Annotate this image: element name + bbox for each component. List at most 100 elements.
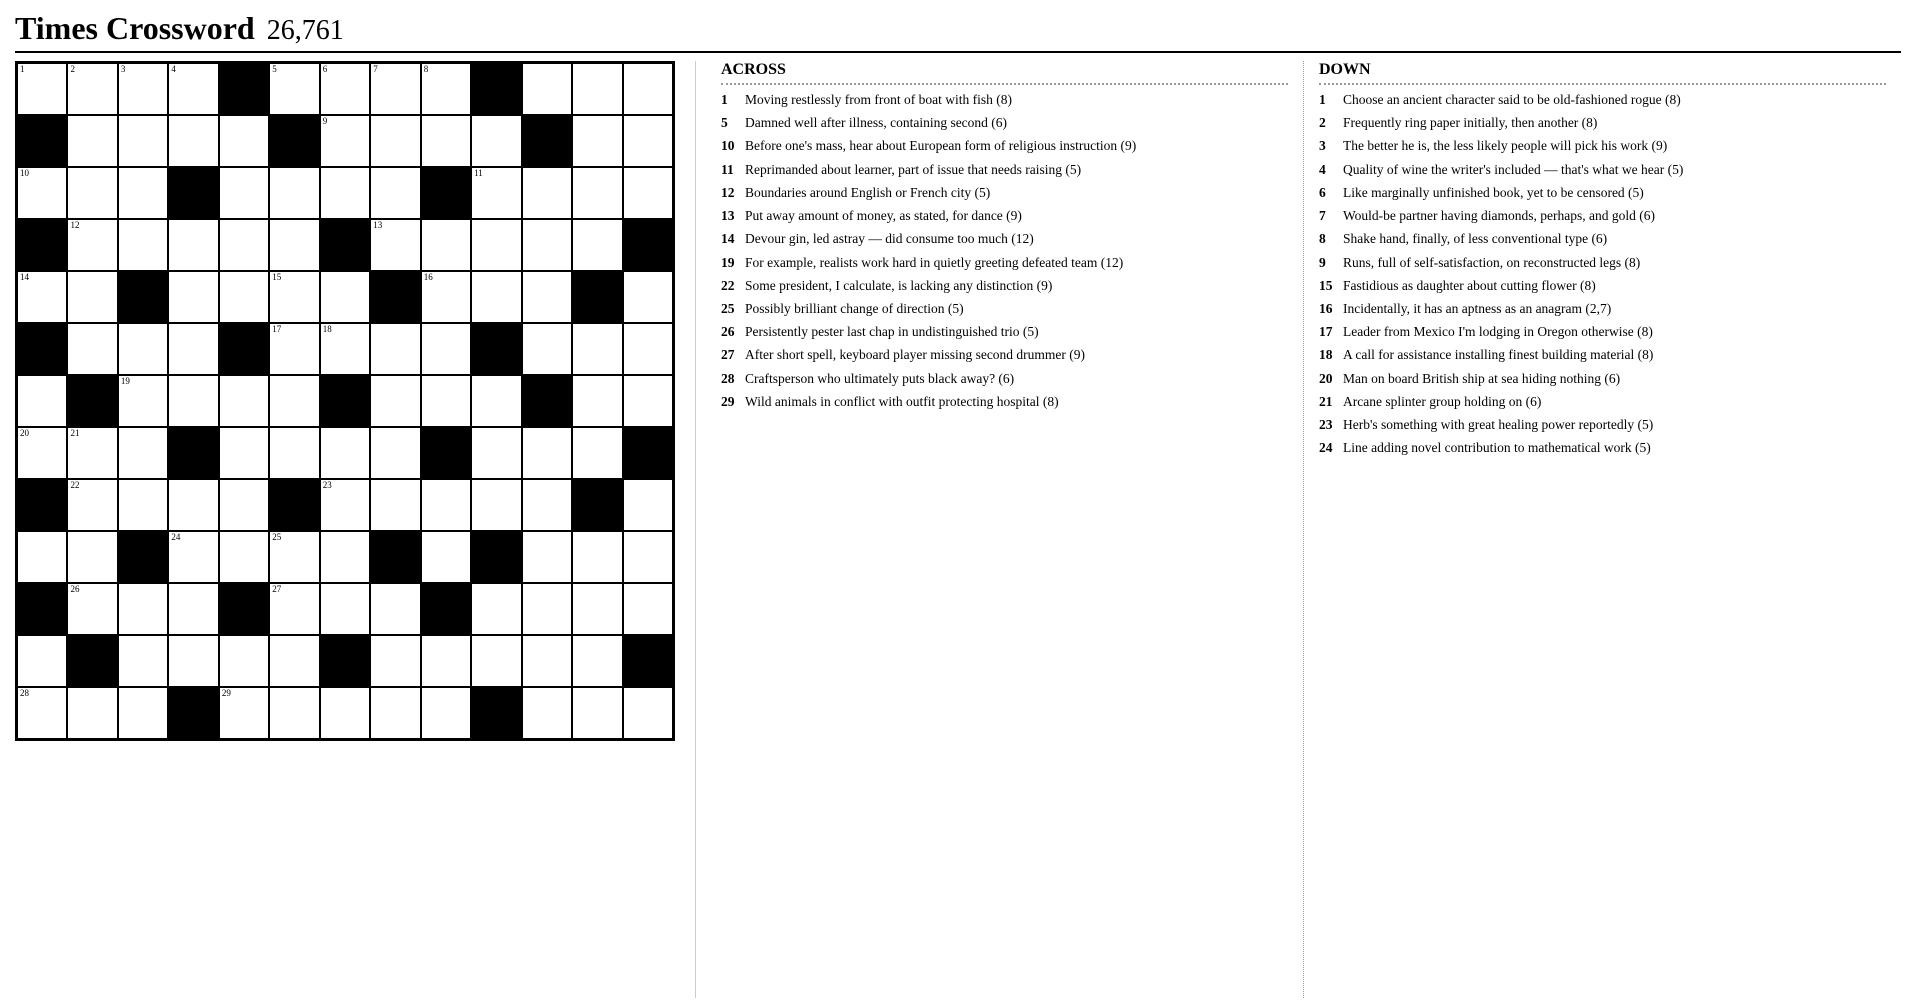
cell-3-4[interactable] [219,219,269,271]
cell-7-5[interactable] [269,427,319,479]
cell-8-6[interactable]: 23 [320,479,370,531]
cell-11-7[interactable] [370,635,420,687]
cell-11-3[interactable] [168,635,218,687]
cell-10-2[interactable] [118,583,168,635]
cell-7-7[interactable] [370,427,420,479]
cell-3-2[interactable] [118,219,168,271]
cell-11-8[interactable] [421,635,471,687]
cell-2-4[interactable] [219,167,269,219]
cell-10-7[interactable] [370,583,420,635]
cell-10-1[interactable]: 26 [67,583,117,635]
cell-12-8[interactable] [421,687,471,739]
cell-0-12[interactable] [623,63,673,115]
cell-1-9[interactable] [471,115,521,167]
cell-9-5[interactable]: 25 [269,531,319,583]
cell-3-9[interactable] [471,219,521,271]
cell-12-1[interactable] [67,687,117,739]
cell-12-12[interactable] [623,687,673,739]
cell-5-2[interactable] [118,323,168,375]
cell-10-12[interactable] [623,583,673,635]
cell-0-5[interactable]: 5 [269,63,319,115]
cell-7-4[interactable] [219,427,269,479]
cell-2-12[interactable] [623,167,673,219]
cell-11-11[interactable] [572,635,622,687]
cell-4-0[interactable]: 14 [17,271,67,323]
cell-8-12[interactable] [623,479,673,531]
cell-7-6[interactable] [320,427,370,479]
cell-1-6[interactable]: 9 [320,115,370,167]
cell-0-3[interactable]: 4 [168,63,218,115]
cell-4-8[interactable]: 16 [421,271,471,323]
cell-9-6[interactable] [320,531,370,583]
cell-11-2[interactable] [118,635,168,687]
cell-8-9[interactable] [471,479,521,531]
cell-3-3[interactable] [168,219,218,271]
cell-0-1[interactable]: 2 [67,63,117,115]
cell-4-12[interactable] [623,271,673,323]
cell-2-6[interactable] [320,167,370,219]
cell-11-10[interactable] [522,635,572,687]
cell-8-8[interactable] [421,479,471,531]
cell-4-5[interactable]: 15 [269,271,319,323]
cell-6-0[interactable] [17,375,67,427]
cell-3-10[interactable] [522,219,572,271]
cell-4-4[interactable] [219,271,269,323]
cell-12-2[interactable] [118,687,168,739]
cell-8-10[interactable] [522,479,572,531]
cell-10-9[interactable] [471,583,521,635]
cell-1-3[interactable] [168,115,218,167]
cell-11-9[interactable] [471,635,521,687]
cell-7-10[interactable] [522,427,572,479]
cell-0-11[interactable] [572,63,622,115]
cell-5-3[interactable] [168,323,218,375]
cell-8-1[interactable]: 22 [67,479,117,531]
cell-2-11[interactable] [572,167,622,219]
cell-7-0[interactable]: 20 [17,427,67,479]
cell-9-11[interactable] [572,531,622,583]
cell-6-2[interactable]: 19 [118,375,168,427]
cell-6-3[interactable] [168,375,218,427]
cell-11-5[interactable] [269,635,319,687]
cell-9-8[interactable] [421,531,471,583]
cell-9-10[interactable] [522,531,572,583]
cell-12-6[interactable] [320,687,370,739]
cell-7-11[interactable] [572,427,622,479]
cell-4-10[interactable] [522,271,572,323]
cell-2-0[interactable]: 10 [17,167,67,219]
cell-2-1[interactable] [67,167,117,219]
cell-12-4[interactable]: 29 [219,687,269,739]
cell-6-4[interactable] [219,375,269,427]
cell-6-8[interactable] [421,375,471,427]
cell-12-7[interactable] [370,687,420,739]
cell-5-6[interactable]: 18 [320,323,370,375]
cell-9-12[interactable] [623,531,673,583]
cell-0-0[interactable]: 1 [17,63,67,115]
cell-2-7[interactable] [370,167,420,219]
cell-2-2[interactable] [118,167,168,219]
cell-9-1[interactable] [67,531,117,583]
cell-6-5[interactable] [269,375,319,427]
cell-8-7[interactable] [370,479,420,531]
cell-12-5[interactable] [269,687,319,739]
cell-1-1[interactable] [67,115,117,167]
cell-5-5[interactable]: 17 [269,323,319,375]
cell-9-4[interactable] [219,531,269,583]
cell-8-4[interactable] [219,479,269,531]
cell-0-7[interactable]: 7 [370,63,420,115]
cell-5-10[interactable] [522,323,572,375]
cell-3-1[interactable]: 12 [67,219,117,271]
crossword-grid[interactable]: 1234567891011121314151617181920212223242… [15,61,675,741]
cell-6-11[interactable] [572,375,622,427]
cell-10-10[interactable] [522,583,572,635]
cell-11-4[interactable] [219,635,269,687]
cell-7-1[interactable]: 21 [67,427,117,479]
cell-1-7[interactable] [370,115,420,167]
cell-1-8[interactable] [421,115,471,167]
cell-5-8[interactable] [421,323,471,375]
cell-11-0[interactable] [17,635,67,687]
cell-2-9[interactable]: 11 [471,167,521,219]
cell-4-1[interactable] [67,271,117,323]
cell-7-9[interactable] [471,427,521,479]
cell-10-3[interactable] [168,583,218,635]
cell-5-1[interactable] [67,323,117,375]
